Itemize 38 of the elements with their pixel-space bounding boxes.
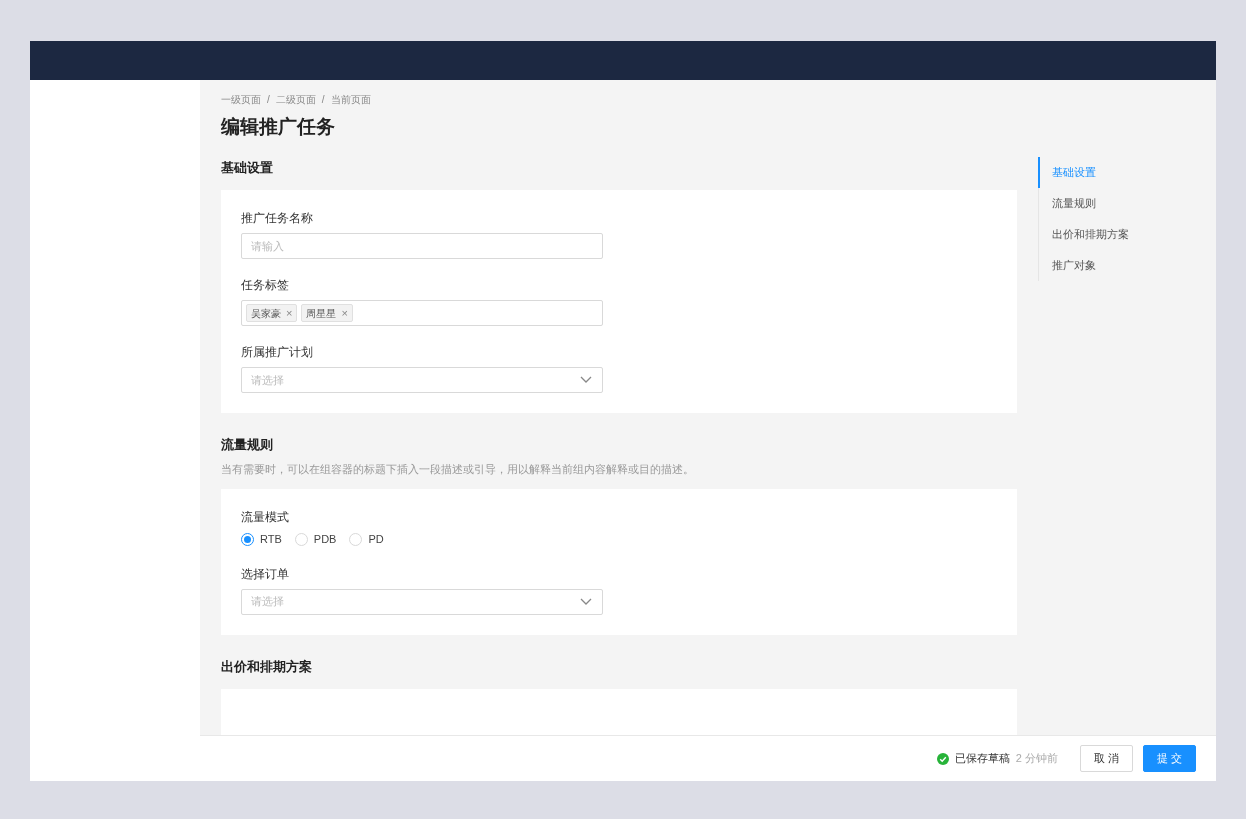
- tag: 周星星 ×: [301, 304, 353, 322]
- anchor-link[interactable]: 流量规则: [1038, 188, 1129, 219]
- text-input[interactable]: 请输入: [241, 233, 603, 259]
- save-status: 已保存草稿: [954, 751, 1010, 767]
- tag: 吴家豪 ×: [246, 304, 298, 322]
- save-time: 2 分钟前: [1015, 751, 1058, 767]
- field-label: 所属推广计划: [241, 344, 314, 360]
- field-label: 选择订单: [241, 565, 290, 582]
- close-icon[interactable]: ×: [341, 304, 348, 322]
- section-title: 流量规则: [221, 436, 274, 454]
- select-field[interactable]: 请选择: [241, 367, 603, 393]
- breadcrumb-link[interactable]: 当前页面: [330, 91, 371, 107]
- section-title: 出价和排期方案: [221, 657, 313, 676]
- breadcrumb-separator: /: [267, 92, 270, 107]
- anchor-link[interactable]: 基础设置: [1038, 157, 1129, 188]
- section-description: 当有需要时，可以在组容器的标题下插入一段描述或引导，用以解释当前组内容解释或目的描述。: [221, 462, 695, 477]
- select-field[interactable]: 请选择: [241, 588, 603, 615]
- section-title: 基础设置: [221, 159, 274, 177]
- submit-button[interactable]: 提 交: [1143, 745, 1196, 772]
- radio-button[interactable]: [241, 532, 254, 546]
- field-label: 流量模式: [241, 509, 290, 525]
- cancel-button[interactable]: 取 消: [1080, 745, 1133, 772]
- field-label: 推广任务名称: [241, 210, 314, 226]
- anchor-link[interactable]: 推广对象: [1038, 250, 1129, 281]
- close-icon[interactable]: ×: [286, 304, 293, 322]
- anchor-link[interactable]: 出价和排期方案: [1038, 219, 1129, 250]
- radio-option[interactable]: PDB: [294, 531, 337, 548]
- radio-option[interactable]: PD: [349, 531, 384, 548]
- breadcrumb-link[interactable]: 二级页面: [275, 91, 316, 107]
- breadcrumb-link[interactable]: 一级页面: [221, 91, 261, 107]
- chevron-down-icon: [580, 376, 592, 384]
- check-circle-icon: [936, 752, 949, 765]
- tag-input[interactable]: 吴家豪 × 周星星 ×: [241, 300, 603, 326]
- page-title: 编辑推广任务: [221, 115, 336, 139]
- radio-option[interactable]: RTB: [241, 531, 282, 548]
- chevron-down-icon: [580, 597, 592, 606]
- breadcrumb-separator: /: [321, 92, 325, 107]
- field-label: 任务标签: [241, 277, 290, 293]
